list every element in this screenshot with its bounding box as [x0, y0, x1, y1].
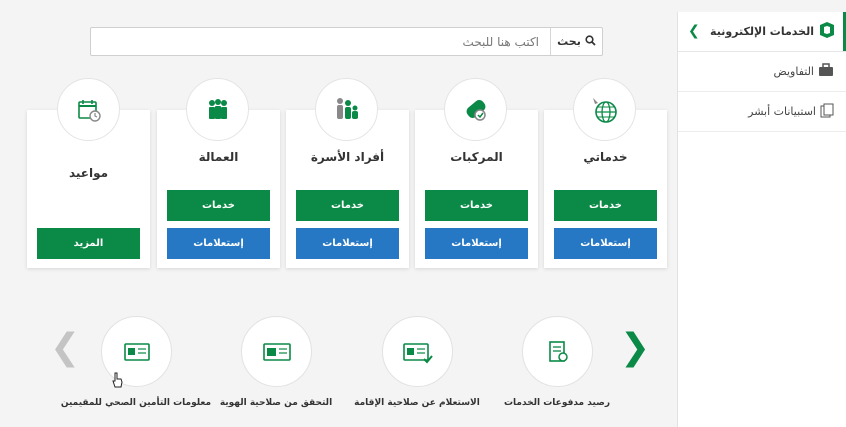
more-button[interactable]: المزيد	[37, 228, 140, 259]
card-title: مواعيد	[68, 166, 109, 180]
services-button[interactable]: خدمات	[554, 190, 657, 221]
search-icon	[585, 34, 596, 49]
sidebar-item-delegations[interactable]: التفاويض	[678, 52, 846, 92]
inquiries-button[interactable]: إستعلامات	[425, 228, 528, 259]
services-button[interactable]: خدمات	[167, 190, 270, 221]
sidebar-item-label: التفاويض	[773, 65, 815, 78]
card-title: العمالة	[198, 150, 239, 164]
search-bar: بحث	[90, 27, 603, 56]
services-button[interactable]: خدمات	[296, 190, 399, 221]
id-check-icon[interactable]	[382, 316, 453, 387]
sidebar: ❮ الخدمات الإلكترونية التفاويض استبيانات…	[677, 12, 846, 427]
carousel-prev-arrow[interactable]: ❮	[50, 330, 80, 366]
car-keys-icon	[444, 78, 507, 141]
eservices-logo-icon	[818, 21, 836, 43]
sidebar-title: الخدمات الإلكترونية	[710, 25, 814, 38]
quick-link-label[interactable]: معلومات التأمين الصحي للمقيمين	[51, 398, 221, 408]
sidebar-item-label: استبيانات أبشر	[748, 105, 816, 118]
sidebar-header[interactable]: ❮ الخدمات الإلكترونية	[678, 12, 846, 52]
search-input[interactable]	[91, 28, 551, 55]
globe-icon	[573, 78, 636, 141]
calendar-icon	[57, 78, 120, 141]
workers-icon	[186, 78, 249, 141]
inquiries-button[interactable]: إستعلامات	[296, 228, 399, 259]
documents-icon	[820, 103, 834, 121]
carousel-next-arrow[interactable]: ❯	[620, 330, 650, 366]
inquiries-button[interactable]: إستعلامات	[554, 228, 657, 259]
receipt-icon[interactable]	[522, 316, 593, 387]
services-button[interactable]: خدمات	[425, 190, 528, 221]
card-title: أفراد الأسرة	[310, 150, 385, 164]
family-icon	[315, 78, 378, 141]
search-button[interactable]: بحث	[550, 28, 602, 55]
sidebar-item-surveys[interactable]: استبيانات أبشر	[678, 92, 846, 132]
inquiries-button[interactable]: إستعلامات	[167, 228, 270, 259]
card-title: المركبات	[450, 150, 503, 164]
briefcase-icon	[818, 63, 834, 80]
hand-cursor-icon	[112, 372, 124, 392]
card-title: خدماتي	[583, 150, 628, 164]
id-card-icon[interactable]	[241, 316, 312, 387]
chevron-left-icon[interactable]: ❮	[688, 23, 700, 39]
